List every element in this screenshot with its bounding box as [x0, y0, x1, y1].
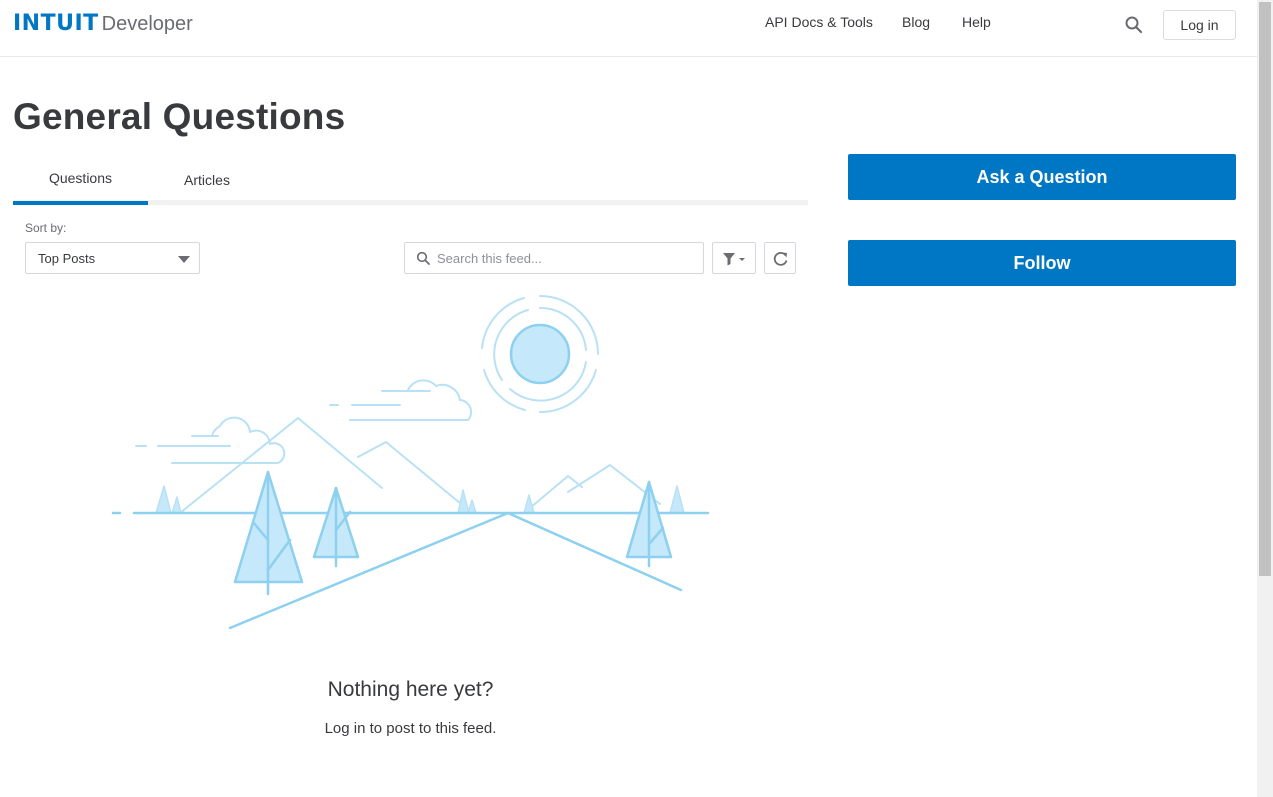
filter-button[interactable] — [712, 242, 756, 274]
empty-state-illustration — [100, 290, 720, 640]
tab-questions-label: Questions — [48, 170, 113, 186]
sun-icon — [481, 295, 599, 414]
page-title: General Questions — [13, 96, 346, 137]
logo-brand: INTUIT — [13, 11, 99, 36]
search-icon[interactable] — [1124, 15, 1144, 35]
empty-state-subtitle: Log in to post to this feed. — [324, 720, 497, 737]
top-navigation-bar: INTUIT Developer API Docs & Tools Blog H… — [0, 0, 1257, 57]
nav-help[interactable]: Help — [962, 14, 991, 30]
caret-down-icon — [178, 256, 190, 263]
filter-icon — [723, 253, 745, 266]
page-scrollbar[interactable] — [1257, 0, 1273, 797]
nav-api-docs[interactable]: API Docs & Tools — [765, 14, 873, 30]
cloud-icon — [135, 416, 286, 464]
sort-label: Sort by: — [25, 221, 67, 235]
refresh-icon — [773, 251, 788, 266]
nav-blog[interactable]: Blog — [902, 14, 930, 30]
empty-state-title: Nothing here yet? — [327, 678, 494, 701]
refresh-button[interactable] — [764, 242, 796, 274]
tab-articles-label: Articles — [184, 172, 230, 188]
tab-articles[interactable]: Articles — [148, 155, 266, 205]
scrollbar-thumb[interactable] — [1259, 2, 1271, 576]
ask-question-button[interactable]: Ask a Question — [848, 154, 1236, 200]
sort-selected-value: Top Posts — [38, 251, 96, 266]
logo-product: Developer — [101, 13, 193, 35]
feed-search-box — [404, 242, 704, 274]
intuit-developer-logo[interactable]: INTUIT Developer — [13, 11, 193, 36]
follow-button[interactable]: Follow — [848, 240, 1236, 286]
search-icon — [416, 251, 431, 266]
feed-tabs: Questions Articles — [13, 155, 808, 206]
login-button[interactable]: Log in — [1163, 10, 1236, 40]
cloud-icon — [329, 379, 473, 421]
tab-questions[interactable]: Questions — [13, 155, 148, 205]
sort-dropdown[interactable]: Top Posts — [25, 242, 200, 274]
feed-search-input[interactable] — [437, 248, 697, 268]
tree-icon — [233, 470, 673, 584]
